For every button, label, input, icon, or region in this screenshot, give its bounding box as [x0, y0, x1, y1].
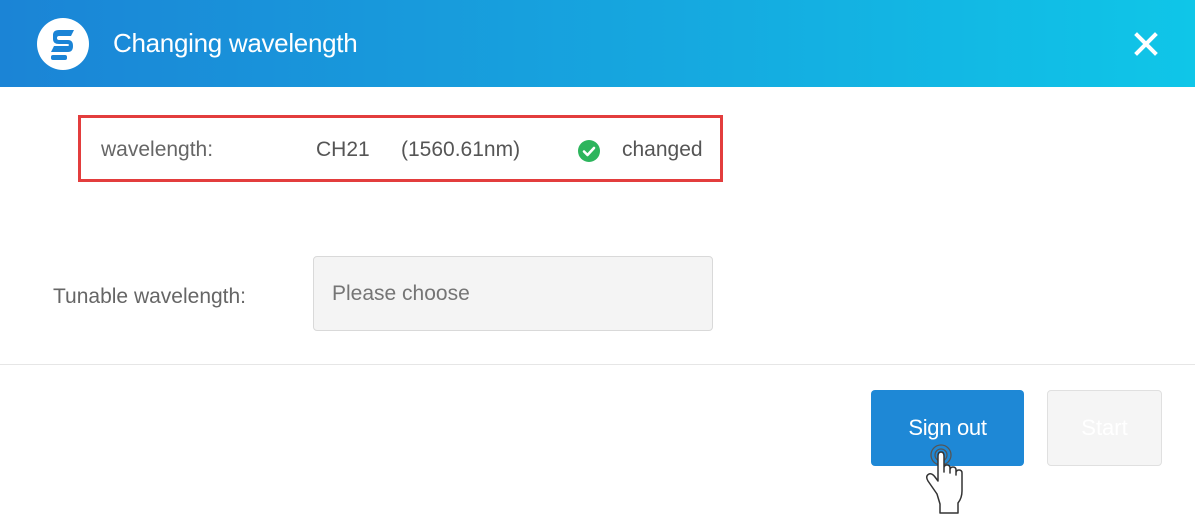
close-icon — [1134, 32, 1158, 56]
change-wavelength-dialog: Changing wavelength wavelength: CH21 (15… — [0, 0, 1195, 514]
close-button[interactable] — [1124, 24, 1168, 64]
current-wavelength-panel: wavelength: CH21 (1560.61nm) changed — [78, 115, 723, 182]
start-button[interactable]: Start — [1047, 390, 1162, 466]
brand-logo-icon — [37, 18, 89, 70]
channel-value: CH21 — [316, 138, 370, 161]
hand-pointer-icon — [925, 444, 963, 514]
dialog-header: Changing wavelength — [0, 0, 1195, 87]
check-circle-icon — [578, 140, 600, 162]
tunable-wavelength-select[interactable] — [313, 256, 713, 331]
footer-divider — [0, 364, 1195, 365]
tunable-wavelength-label: Tunable wavelength: — [53, 285, 247, 308]
status-text: changed — [622, 138, 703, 161]
wavelength-nm-value: (1560.61nm) — [401, 138, 521, 161]
dialog-title: Changing wavelength — [113, 28, 358, 58]
wavelength-label: wavelength: — [101, 138, 214, 161]
